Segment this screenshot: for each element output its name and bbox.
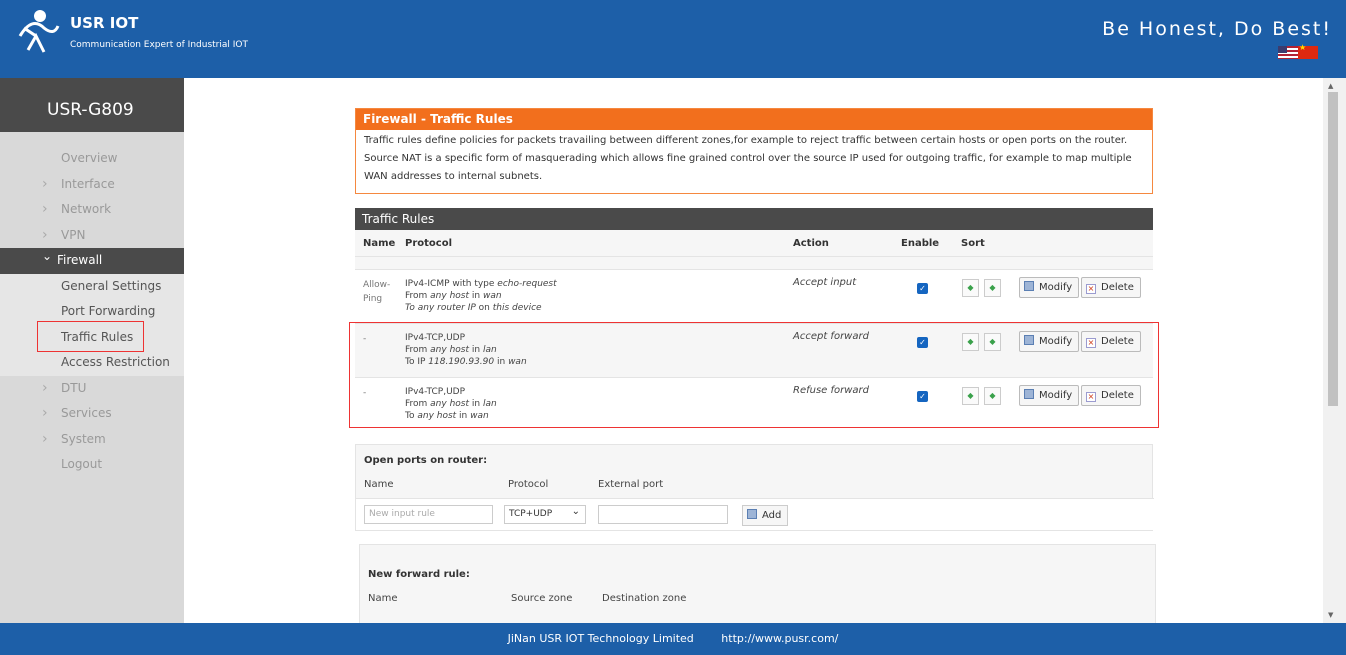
main-content: Firewall - Traffic Rules Traffic rules d… bbox=[184, 78, 1323, 623]
modify-button[interactable]: Modify bbox=[1019, 277, 1080, 298]
scroll-up-icon[interactable]: ▲ bbox=[1328, 82, 1333, 90]
traffic-rules-highlight bbox=[37, 321, 144, 352]
table-header: Name Protocol Action Enable Sort bbox=[355, 230, 1153, 256]
protocol-select[interactable]: TCP+UDP bbox=[504, 503, 586, 524]
rows-highlight-box bbox=[349, 322, 1159, 428]
firewall-desc-line2: Source NAT is a specific form of masquer… bbox=[364, 153, 1132, 182]
proto-italic: any host bbox=[430, 291, 470, 301]
proto-italic: To bbox=[405, 303, 418, 313]
rule-name-line1: Allow- bbox=[363, 280, 391, 290]
sidebar: USR-G809 Overview Interface Network VPN … bbox=[0, 78, 184, 623]
proto-italic: wan bbox=[482, 291, 502, 301]
open-ports-panel: Open ports on router: Name Protocol Exte… bbox=[355, 444, 1154, 531]
top-header: USR IOT Communication Expert of Industri… bbox=[0, 0, 1346, 78]
open-ports-title: Open ports on router: bbox=[364, 455, 488, 466]
open-ports-inputs: New input rule TCP+UDP Add bbox=[356, 498, 1154, 530]
proto-line1: IPv4-ICMP with type echo-request bbox=[405, 278, 557, 290]
add-button[interactable]: Add bbox=[742, 505, 789, 526]
sidebar-item-system[interactable]: System bbox=[0, 427, 184, 453]
footer-company: JiNan USR IOT Technology Limited bbox=[507, 632, 694, 645]
sidebar-sub-access-restriction[interactable]: Access Restriction bbox=[0, 350, 184, 376]
language-flags[interactable] bbox=[1278, 43, 1318, 59]
scroll-thumb[interactable] bbox=[1328, 92, 1338, 406]
slogan: Be Honest, Do Best! bbox=[1102, 18, 1332, 40]
footer: JiNan USR IOT Technology Limited http://… bbox=[0, 623, 1346, 655]
firewall-desc-line1: Traffic rules define policies for packet… bbox=[364, 135, 1128, 146]
sidebar-item-firewall[interactable]: Firewall bbox=[0, 244, 184, 274]
scroll-down-icon[interactable]: ▼ bbox=[1328, 611, 1333, 619]
delete-label: Delete bbox=[1101, 282, 1134, 293]
usr-logo-icon bbox=[18, 10, 60, 53]
enable-checkbox[interactable]: ✓ bbox=[917, 283, 928, 294]
sort-down-button[interactable]: ◆ bbox=[984, 279, 1001, 297]
sidebar-item-dtu[interactable]: DTU bbox=[0, 376, 184, 402]
china-flag-icon[interactable] bbox=[1298, 43, 1318, 59]
add-icon bbox=[747, 509, 757, 519]
add-label: Add bbox=[762, 510, 782, 521]
header-protocol: Protocol bbox=[405, 238, 453, 249]
col-protocol-label: Protocol bbox=[508, 479, 549, 490]
scrollbar[interactable]: ▲ ▼ bbox=[1323, 78, 1346, 623]
header-sort: Sort bbox=[961, 238, 985, 249]
sidebar-item-logout[interactable]: Logout bbox=[0, 452, 184, 478]
proto-text: on bbox=[475, 303, 493, 313]
header-name: Name bbox=[363, 238, 396, 249]
footer-url[interactable]: http://www.pusr.com/ bbox=[721, 632, 838, 645]
header-enable: Enable bbox=[901, 238, 940, 249]
rule-name-line2: Ping bbox=[363, 294, 383, 304]
header-action: Action bbox=[793, 238, 829, 249]
proto-line3: To any router IP on this device bbox=[405, 302, 557, 314]
us-flag-icon[interactable] bbox=[1278, 46, 1298, 59]
proto-italic: any router IP bbox=[417, 303, 476, 313]
sort-up-button[interactable]: ◆ bbox=[962, 279, 979, 297]
rule-action: Accept input bbox=[793, 277, 857, 288]
firewall-title: Firewall - Traffic Rules bbox=[356, 109, 1152, 130]
device-name: USR-G809 bbox=[0, 78, 184, 132]
sidebar-item-network[interactable]: Network bbox=[0, 197, 184, 223]
proto-text: in bbox=[469, 291, 483, 301]
new-forward-title: New forward rule: bbox=[368, 569, 470, 580]
proto-italic: echo-request bbox=[497, 279, 557, 289]
new-input-rule-field[interactable]: New input rule bbox=[364, 505, 493, 524]
proto-text: From bbox=[405, 291, 431, 301]
rule-protocol: IPv4-ICMP with type echo-request From an… bbox=[405, 278, 557, 314]
sidebar-item-vpn[interactable]: VPN bbox=[0, 223, 184, 249]
table-row: Allow- Ping IPv4-ICMP with type echo-req… bbox=[355, 269, 1153, 323]
sidebar-sub-general-settings[interactable]: General Settings bbox=[0, 273, 184, 299]
rule-name: Allow- Ping bbox=[363, 278, 390, 306]
delete-icon: × bbox=[1086, 284, 1096, 294]
proto-line2: From any host in wan bbox=[405, 290, 557, 302]
nf-col-name-label: Name bbox=[368, 593, 398, 604]
proto-text: IPv4-ICMP with type bbox=[405, 279, 498, 289]
table-spacer bbox=[355, 256, 1153, 269]
modify-label: Modify bbox=[1039, 282, 1073, 293]
nf-col-destination-label: Destination zone bbox=[602, 593, 687, 604]
nf-col-source-label: Source zone bbox=[511, 593, 573, 604]
firewall-description: Traffic rules define policies for packet… bbox=[356, 130, 1152, 188]
proto-italic: this device bbox=[492, 303, 542, 313]
delete-button[interactable]: × Delete bbox=[1081, 277, 1141, 298]
firewall-intro-panel: Firewall - Traffic Rules Traffic rules d… bbox=[355, 108, 1153, 194]
new-forward-panel: New forward rule: Name Source zone Desti… bbox=[359, 544, 1156, 623]
brand-subtitle: Communication Expert of Industrial IOT bbox=[70, 40, 248, 50]
brand-name: USR IOT bbox=[70, 14, 139, 32]
col-port-label: External port bbox=[598, 479, 664, 490]
sidebar-item-overview[interactable]: Overview bbox=[0, 146, 184, 172]
sidebar-item-services[interactable]: Services bbox=[0, 401, 184, 427]
traffic-rules-title: Traffic Rules bbox=[355, 208, 1153, 230]
sidebar-item-interface[interactable]: Interface bbox=[0, 172, 184, 198]
col-name-label: Name bbox=[364, 479, 394, 490]
edit-icon bbox=[1024, 281, 1034, 291]
external-port-field[interactable] bbox=[598, 505, 728, 524]
